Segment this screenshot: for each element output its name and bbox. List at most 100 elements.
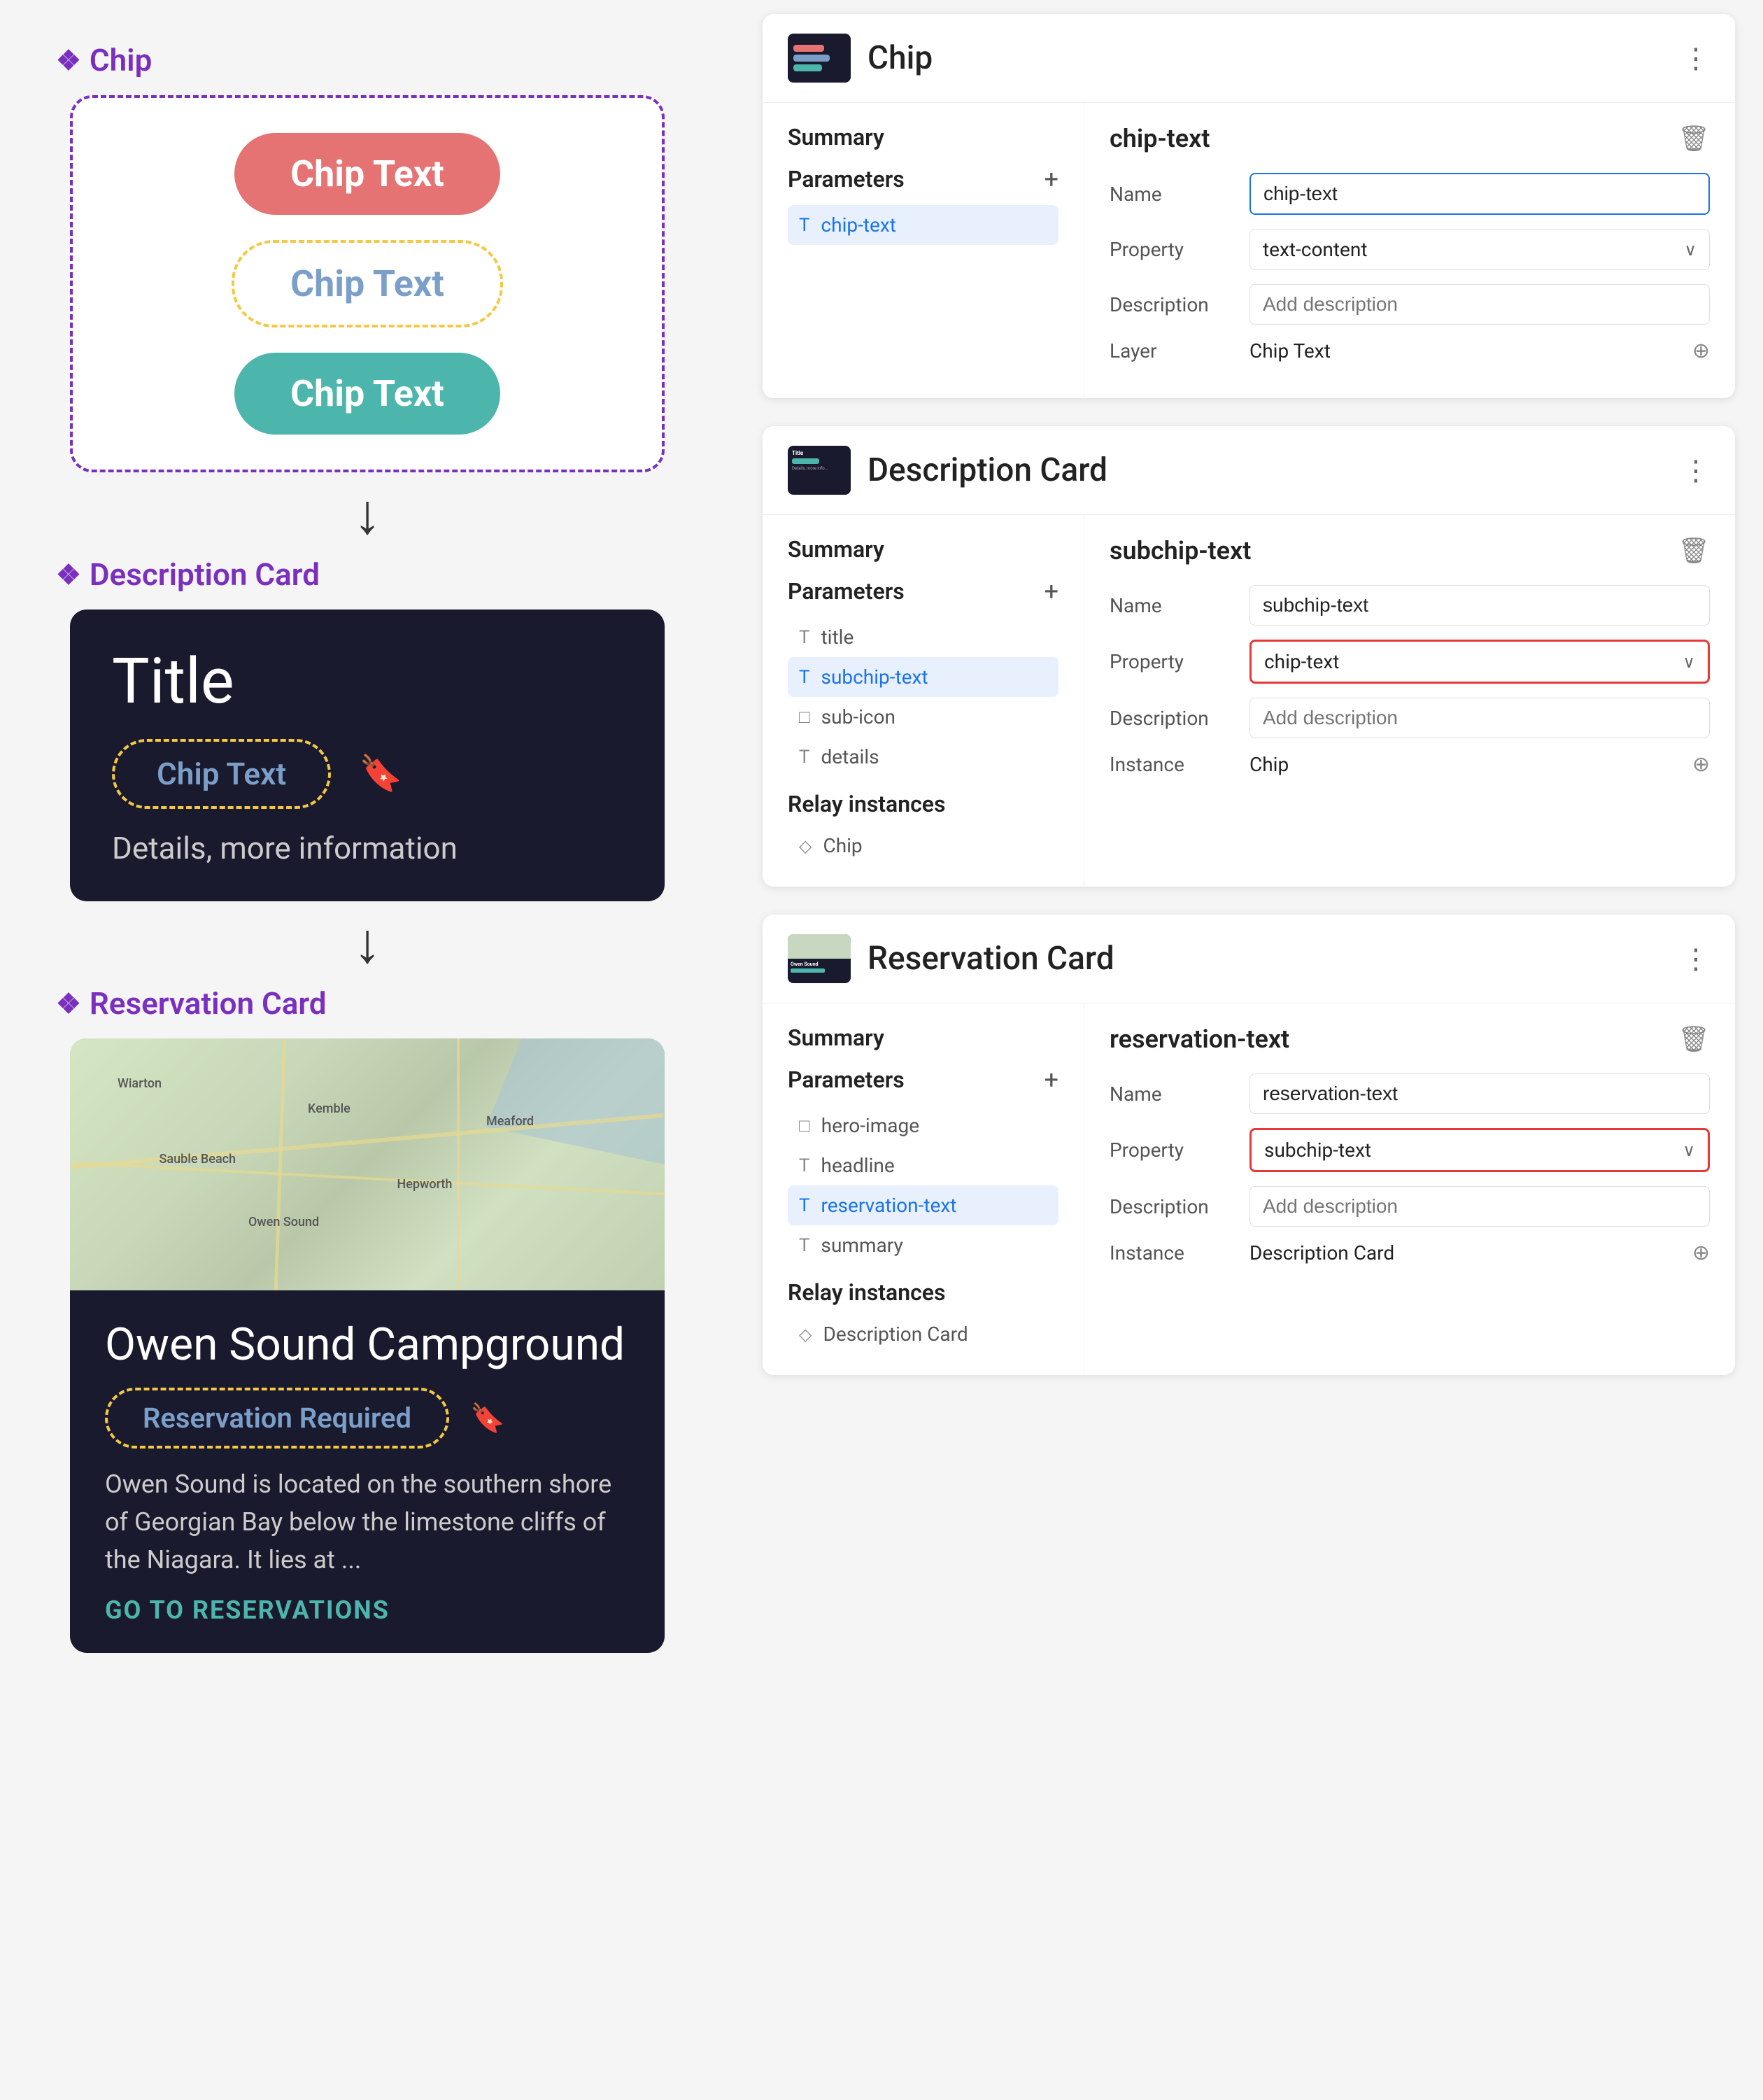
res-detail-header: reservation-text 🗑 (1110, 1024, 1710, 1054)
chip-layer-value: Chip Text (1249, 339, 1678, 362)
res-param-headline[interactable]: T headline (788, 1146, 1058, 1185)
desc-card-component: Title Chip Text 🔖 Details, more informat… (70, 609, 665, 901)
chip-summary-label: Summary (788, 124, 1058, 150)
chip-desc-input[interactable] (1249, 284, 1710, 325)
res-relay-desc[interactable]: ◇ Description Card (788, 1314, 1058, 1354)
desc-instance-row: Instance Chip ⊕ (1110, 752, 1710, 777)
more-menu-desc[interactable]: ⋮ (1682, 454, 1710, 487)
diamond-icon-2: ❖ (56, 558, 81, 591)
res-params-label: Parameters (788, 1066, 905, 1093)
desc-add-param[interactable]: + (1045, 577, 1058, 606)
right-card-res-header: Owen Sound Reservation Card ⋮ (763, 915, 1735, 1003)
res-target-icon[interactable]: ⊕ (1692, 1241, 1710, 1265)
res-desc-input[interactable] (1249, 1186, 1710, 1227)
desc-param-icon[interactable]: □ sub-icon (788, 697, 1058, 737)
desc-trash-icon[interactable]: 🗑 (1678, 536, 1710, 565)
res-add-param[interactable]: + (1045, 1065, 1058, 1094)
chip-param-text: chip-text (821, 213, 896, 237)
more-menu-chip[interactable]: ⋮ (1682, 42, 1710, 75)
desc-instance-label: Instance (1110, 753, 1235, 776)
map-area: Wiarton Kemble Sauble Beach Hepworth Owe… (70, 1038, 665, 1290)
desc-instance-value: Chip (1249, 753, 1678, 776)
chip-property-row: Property text-content ∨ (1110, 229, 1710, 270)
map-label-kemble: Kemble (308, 1101, 351, 1116)
go-to-reservations[interactable]: GO TO RESERVATIONS (105, 1595, 630, 1625)
desc-target-icon[interactable]: ⊕ (1692, 752, 1710, 777)
desc-detail-name: subchip-text (1110, 536, 1251, 565)
chip-param-chiptext[interactable]: T chip-text (788, 205, 1058, 245)
desc-param-subchip-text: subchip-text (821, 665, 928, 689)
right-card-res-title: Reservation Card (868, 940, 1665, 978)
chip-target-icon[interactable]: ⊕ (1692, 339, 1710, 363)
desc-param-details[interactable]: T details (788, 737, 1058, 777)
desc-param-icon-text: sub-icon (821, 705, 895, 728)
desc-param-subchip[interactable]: T subchip-text (788, 657, 1058, 697)
desc-desc-input[interactable] (1249, 698, 1710, 738)
desc-property-select[interactable]: chip-text ∨ (1249, 640, 1710, 684)
section1-title: ❖ Chip (56, 42, 152, 78)
img-icon-hero: □ (799, 1115, 810, 1136)
desc-property-chevron: ∨ (1683, 652, 1695, 672)
res-property-label: Property (1110, 1139, 1235, 1162)
right-card-chip: Chip ⋮ Summary Parameters + T chip-text … (763, 14, 1735, 398)
type-icon-t: T (799, 215, 810, 236)
chip-name-label: Name (1110, 183, 1235, 206)
relay-diamond-desc: ◇ (799, 1325, 812, 1344)
chip-trash-icon[interactable]: 🗑 (1678, 124, 1710, 153)
desc-relay-chip[interactable]: ◇ Chip (788, 826, 1058, 866)
chip-thumbnail (788, 34, 851, 83)
chip-params-header: Parameters + (788, 164, 1058, 194)
map-road-v1 (274, 1038, 286, 1290)
chip-red[interactable]: Chip Text (234, 133, 500, 215)
type-icon-subchip: T (799, 667, 810, 688)
res-name-input[interactable] (1249, 1073, 1710, 1114)
res-param-restext[interactable]: T reservation-text (788, 1185, 1058, 1225)
desc-desc-label: Description (1110, 707, 1235, 730)
type-icon-summary: T (799, 1235, 810, 1256)
chip-property-select[interactable]: text-content ∨ (1249, 229, 1710, 270)
desc-relay-chip-text: Chip (823, 834, 862, 857)
desc-summary-label: Summary (788, 536, 1058, 563)
chip-name-input[interactable] (1249, 173, 1710, 215)
reservation-summary: Owen Sound is located on the southern sh… (105, 1465, 630, 1579)
chip-desc-label: Description (1110, 293, 1235, 316)
desc-card-chip[interactable]: Chip Text (112, 739, 331, 809)
res-param-hero[interactable]: □ hero-image (788, 1106, 1058, 1146)
chip-detail-name: chip-text (1110, 124, 1210, 153)
map-label-owensound: Owen Sound (248, 1215, 319, 1229)
diamond-icon-3: ❖ (56, 987, 81, 1020)
right-card-chip-body: Summary Parameters + T chip-text chip-te… (763, 103, 1735, 398)
chip-blue-outline[interactable]: Chip Text (232, 240, 503, 327)
reservation-card-component: Wiarton Kemble Sauble Beach Hepworth Owe… (70, 1038, 665, 1653)
desc-name-label: Name (1110, 594, 1235, 617)
diamond-icon-1: ❖ (56, 44, 81, 77)
desc-desc-row: Description (1110, 698, 1710, 738)
res-detail-name: reservation-text (1110, 1024, 1289, 1054)
arrow-1: ↓ (353, 486, 381, 542)
chip-detail-header: chip-text 🗑 (1110, 124, 1710, 153)
desc-property-row: Property chip-text ∨ (1110, 640, 1710, 684)
res-param-summary[interactable]: T summary (788, 1225, 1058, 1265)
reservation-headline: Owen Sound Campground (105, 1318, 630, 1371)
reservation-chip[interactable]: Reservation Required (105, 1388, 449, 1449)
res-param-summary-text: summary (821, 1234, 903, 1257)
type-icon-restext: T (799, 1195, 810, 1216)
relay-diamond-chip: ◇ (799, 836, 812, 856)
res-summary-label: Summary (788, 1024, 1058, 1051)
res-property-chevron: ∨ (1683, 1141, 1695, 1160)
desc-param-title[interactable]: T title (788, 617, 1058, 657)
res-trash-icon[interactable]: 🗑 (1678, 1024, 1710, 1054)
more-menu-res[interactable]: ⋮ (1682, 943, 1710, 975)
res-property-select[interactable]: subchip-text ∨ (1249, 1128, 1710, 1172)
desc-summary-col: Summary Parameters + T title T subchip-t… (763, 515, 1084, 887)
res-name-label: Name (1110, 1083, 1235, 1106)
chip-desc-row: Description (1110, 284, 1710, 325)
res-thumbnail: Owen Sound (788, 934, 851, 983)
chip-add-param[interactable]: + (1045, 164, 1058, 194)
desc-name-input[interactable] (1249, 585, 1710, 626)
right-card-desc-body: Summary Parameters + T title T subchip-t… (763, 515, 1735, 887)
res-relay-label: Relay instances (788, 1279, 1058, 1306)
map-water (486, 1038, 665, 1164)
left-panel: ❖ Chip Chip Text Chip Text Chip Text ↓ ❖… (0, 0, 735, 2100)
chip-teal[interactable]: Chip Text (234, 353, 500, 435)
